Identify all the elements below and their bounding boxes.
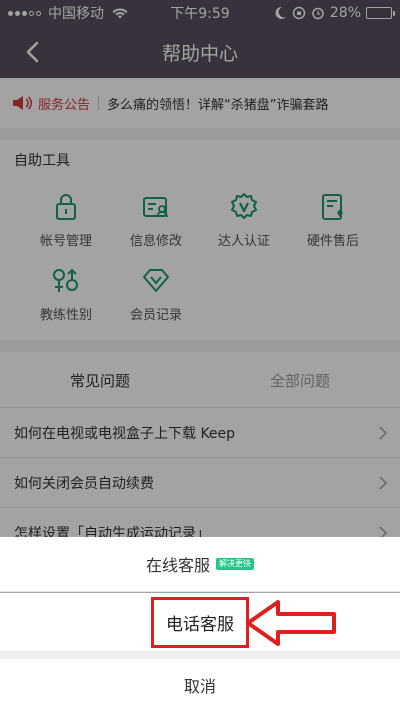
- watermark-logo-icon: [298, 679, 388, 699]
- phone-service-button[interactable]: 电话客服: [0, 593, 400, 651]
- faster-badge: 解决更快: [216, 558, 254, 570]
- online-service-label: 在线客服: [145, 556, 210, 575]
- phone-service-label: 电话客服: [151, 596, 249, 648]
- red-arrow-annotation: [246, 600, 336, 646]
- online-service-button[interactable]: 在线客服 解决更快: [0, 537, 400, 592]
- sheet-gap: [0, 651, 400, 659]
- cancel-label: 取消: [183, 676, 216, 696]
